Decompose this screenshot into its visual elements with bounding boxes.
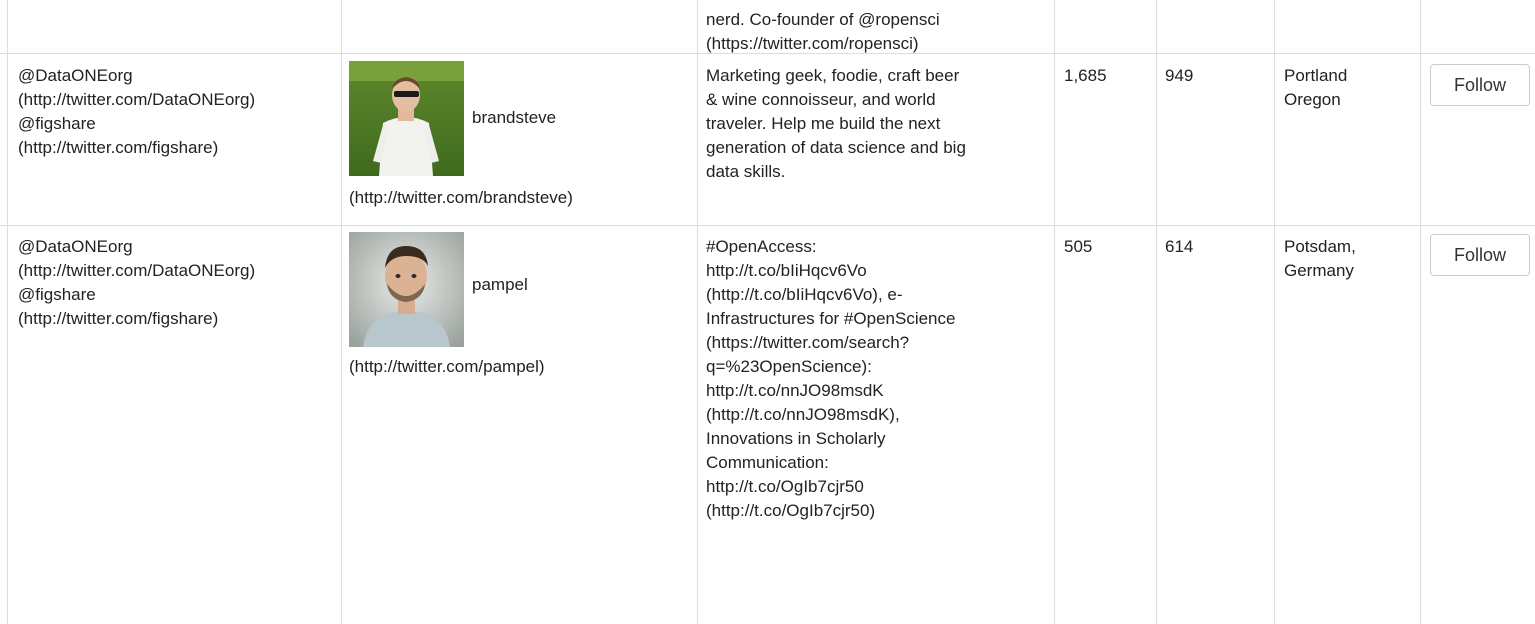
source-handle[interactable]: @DataONEorg — [18, 64, 255, 88]
bio-link[interactable]: http://t.co/bIiHqcv6Vo — [706, 259, 1041, 283]
followers-count: 505 — [1064, 237, 1093, 256]
column-divider — [1420, 0, 1421, 624]
profile-link[interactable]: (http://twitter.com/pampel) — [349, 355, 545, 379]
location-line: Potsdam, — [1284, 237, 1356, 256]
username[interactable]: pampel — [472, 273, 528, 297]
bio-cell: #OpenAccess: http://t.co/bIiHqcv6Vo (htt… — [706, 235, 1041, 523]
bio-line: Innovations in Scholarly — [706, 429, 886, 448]
source-handle[interactable]: @figshare — [18, 112, 255, 136]
bio-line: data skills. — [706, 162, 786, 181]
source-cell: @DataONEorg (http://twitter.com/DataONEo… — [18, 64, 255, 160]
bio-link[interactable]: (http://t.co/bIiHqcv6Vo), e- — [706, 283, 1041, 307]
location-line: Oregon — [1284, 90, 1341, 109]
column-divider — [1156, 0, 1157, 624]
source-link[interactable]: (http://twitter.com/figshare) — [18, 136, 255, 160]
followers-count: 1,685 — [1064, 66, 1107, 85]
source-handle[interactable]: @figshare — [18, 283, 255, 307]
following-count: 949 — [1165, 66, 1194, 85]
bio-line: generation of data science and big — [706, 138, 966, 157]
bio-line: Communication: — [706, 453, 829, 472]
follow-button[interactable]: Follow — [1430, 234, 1530, 276]
source-cell: @DataONEorg (http://twitter.com/DataONEo… — [18, 235, 255, 331]
source-link[interactable]: (http://twitter.com/figshare) — [18, 307, 255, 331]
bio-link[interactable]: (http://t.co/nnJO98msdK), — [706, 403, 1041, 427]
username[interactable]: brandsteve — [472, 106, 556, 130]
bio-link[interactable]: http://t.co/OgIb7cjr50 — [706, 475, 1041, 499]
bio-line: traveler. Help me build the next — [706, 114, 941, 133]
user-photo-icon — [349, 232, 464, 347]
location-cell: Potsdam, Germany — [1284, 235, 1356, 283]
bio-cell: Marketing geek, foodie, craft beer & win… — [706, 64, 1041, 184]
bio-link[interactable]: (http://t.co/OgIb7cjr50) — [706, 499, 1041, 523]
column-divider — [1274, 0, 1275, 624]
users-table: nerd. Co-founder of @ropensci (https://t… — [0, 0, 1535, 624]
column-divider — [697, 0, 698, 624]
avatar[interactable] — [349, 232, 464, 347]
bio-link[interactable]: q=%23OpenScience): — [706, 355, 1041, 379]
row-divider — [0, 225, 1535, 226]
profile-link[interactable]: (http://twitter.com/brandsteve) — [349, 186, 573, 210]
location-line: Portland — [1284, 66, 1348, 85]
bio-link[interactable]: (https://twitter.com/search? — [706, 331, 1041, 355]
location-cell: Portland Oregon — [1284, 64, 1347, 112]
user-photo-icon — [349, 61, 464, 176]
bio-link[interactable]: http://t.co/nnJO98msdK — [706, 379, 1041, 403]
location-line: Germany — [1284, 261, 1354, 280]
avatar[interactable] — [349, 61, 464, 176]
bio-line: & wine connoisseur, and world — [706, 90, 936, 109]
bio-link[interactable]: (https://twitter.com/ropensci) — [706, 32, 1041, 56]
bio-line: Marketing geek, foodie, craft beer — [706, 66, 960, 85]
column-divider — [341, 0, 342, 624]
bio-line: nerd. Co-founder of @ropensci — [706, 10, 940, 29]
following-count: 614 — [1165, 237, 1194, 256]
follow-button[interactable]: Follow — [1430, 64, 1530, 106]
source-link[interactable]: (http://twitter.com/DataONEorg) — [18, 259, 255, 283]
source-link[interactable]: (http://twitter.com/DataONEorg) — [18, 88, 255, 112]
source-handle[interactable]: @DataONEorg — [18, 235, 255, 259]
column-divider — [7, 0, 8, 624]
column-divider — [1054, 0, 1055, 624]
bio-line: Infrastructures for #OpenScience — [706, 309, 956, 328]
bio-hashtag[interactable]: #OpenAccess: — [706, 235, 1041, 259]
bio-cell: nerd. Co-founder of @ropensci (https://t… — [706, 8, 1041, 56]
